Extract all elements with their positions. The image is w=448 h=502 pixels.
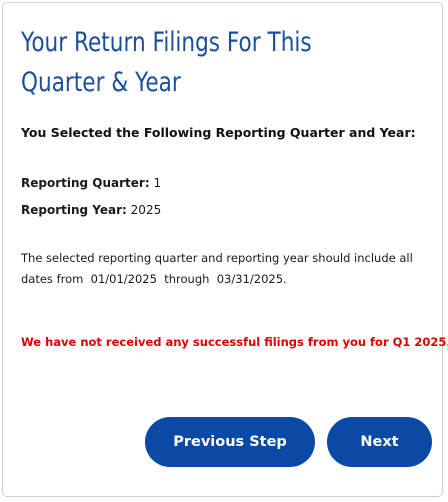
filings-card: Your Return Filings For This Quarter & Y… <box>2 2 448 497</box>
no-filings-alert: We have not received any successful fili… <box>21 335 448 349</box>
reporting-quarter-row: Reporting Quarter: 1 <box>21 176 161 190</box>
next-button[interactable]: Next <box>327 417 432 467</box>
reporting-quarter-value: 1 <box>153 176 162 190</box>
page-title: Your Return Filings For This Quarter & Y… <box>21 27 312 98</box>
reporting-year-row: Reporting Year: 2025 <box>21 203 161 217</box>
reporting-quarter-label: Reporting Quarter: <box>21 176 150 190</box>
selection-subtitle: You Selected the Following Reporting Qua… <box>21 125 416 140</box>
previous-step-button[interactable]: Previous Step <box>145 417 315 467</box>
date-range-info: The selected reporting quarter and repor… <box>21 251 413 286</box>
reporting-year-label: Reporting Year: <box>21 203 127 217</box>
reporting-year-value: 2025 <box>130 203 162 217</box>
